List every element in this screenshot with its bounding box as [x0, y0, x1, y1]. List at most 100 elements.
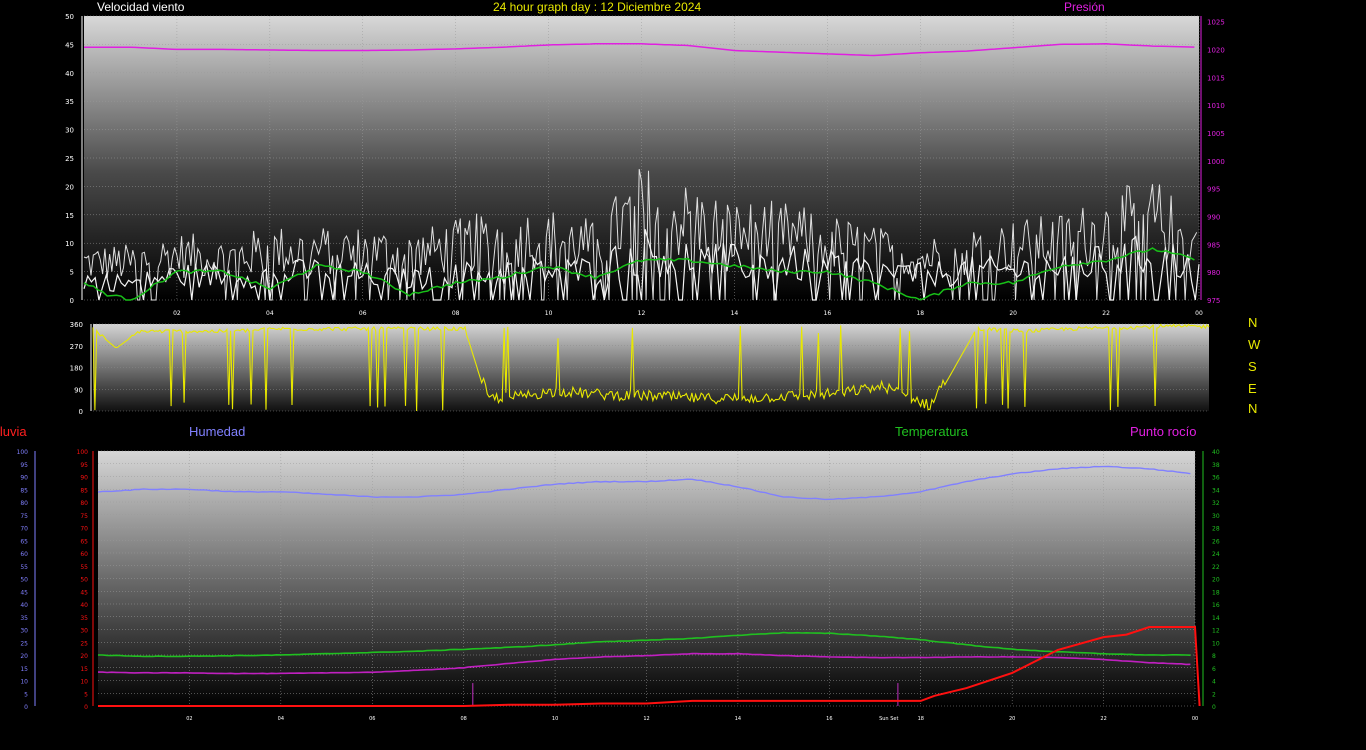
lower-x-tick-label: 00: [1192, 716, 1198, 722]
lower-x-tick-label: 10: [552, 716, 558, 722]
rain-y-tick-label: 10: [80, 679, 88, 686]
direction-letter-n-top: N: [1248, 315, 1258, 330]
rain-y-tick-label: 50: [80, 577, 88, 584]
wind-y-tick-label: 30: [65, 127, 74, 135]
wind-y-tick-label: 45: [65, 41, 74, 49]
temperature-y-tick-label: 18: [1212, 589, 1220, 596]
rain-y-tick-label: 65: [80, 538, 88, 545]
temperature-y-tick-label: 6: [1212, 666, 1216, 673]
pressure-y-tick-label: 1010: [1207, 102, 1225, 110]
humidity-y-tick-label: 35: [20, 615, 28, 622]
lower-x-tick-label: 06: [369, 716, 375, 722]
humidity-y-tick-label: 80: [20, 500, 28, 507]
wind-y-tick-label: 35: [65, 98, 74, 106]
rain-y-tick-label: 55: [80, 564, 88, 571]
lower-x-tick-label: 18: [918, 716, 924, 722]
temperature-y-tick-label: 26: [1212, 538, 1220, 545]
rain-y-tick-label: 30: [80, 628, 88, 635]
lower-x-tick-label: 22: [1100, 716, 1106, 722]
direction-letter-e: E: [1248, 381, 1257, 396]
temperature-y-tick-label: 36: [1212, 475, 1220, 482]
pressure-y-tick-label: 1020: [1207, 46, 1225, 54]
lower-x-tick-label: 04: [278, 716, 284, 722]
rain-y-tick-label: 5: [84, 691, 88, 698]
sun-set-tick-label: Sun Set: [879, 716, 898, 722]
temperature-y-tick-label: 32: [1212, 500, 1220, 507]
temperature-y-tick-label: 30: [1212, 513, 1220, 520]
lower-x-tick-label: 08: [460, 716, 466, 722]
pressure-y-tick-label: 1005: [1207, 130, 1225, 138]
humidity-y-tick-label: 85: [20, 487, 28, 494]
temperature-y-tick-label: 20: [1212, 577, 1220, 584]
humidity-y-tick-label: 75: [20, 513, 28, 520]
rain-y-tick-label: 25: [80, 640, 88, 647]
wind-y-tick-label: 10: [65, 240, 74, 248]
temperature-y-tick-label: 40: [1212, 449, 1220, 456]
dewpoint-label: Punto rocío: [1130, 424, 1197, 439]
humidity-y-tick-label: 70: [20, 526, 28, 533]
wind-y-tick-label: 5: [70, 269, 74, 277]
temperature-y-tick-label: 2: [1212, 691, 1216, 698]
humidity-y-tick-label: 20: [20, 653, 28, 660]
direction-y-tick-label: 0: [79, 408, 83, 416]
wind-chart-title: Velocidad viento: [97, 0, 185, 14]
rain-y-tick-label: 80: [80, 500, 88, 507]
humidity-y-tick-label: 45: [20, 589, 28, 596]
humidity-y-tick-label: 95: [20, 462, 28, 469]
wind-x-tick-label: 04: [266, 310, 274, 317]
weather-graph-page: 0 5 10 15 20 25 30 35 40 45 50 975 980 985 990 995 1000 1…: [0, 0, 1366, 745]
temperature-y-tick-label: 34: [1212, 487, 1220, 494]
temperature-y-tick-label: 38: [1212, 462, 1220, 469]
rain-y-tick-label: 100: [77, 449, 89, 456]
temperature-y-tick-label: 12: [1212, 628, 1220, 635]
pressure-y-tick-label: 1025: [1207, 19, 1225, 27]
humidity-y-tick-label: 50: [20, 577, 28, 584]
pressure-title: Presión: [1064, 0, 1105, 14]
pressure-y-tick-label: 1015: [1207, 74, 1225, 82]
humidity-y-tick-label: 10: [20, 679, 28, 686]
lower-x-tick-label: 16: [826, 716, 832, 722]
temperature-y-tick-label: 24: [1212, 551, 1220, 558]
lower-x-tick-label: 20: [1009, 716, 1015, 722]
wind-y-tick-label: 15: [65, 212, 74, 220]
rain-y-tick-label: 85: [80, 487, 88, 494]
rain-y-tick-label: 20: [80, 653, 88, 660]
wind-x-tick-label: 12: [638, 310, 646, 317]
temperature-y-tick-label: 0: [1212, 704, 1216, 711]
temperature-y-tick-label: 22: [1212, 564, 1220, 571]
humidity-y-tick-label: 30: [20, 628, 28, 635]
direction-y-tick-label: 270: [70, 343, 83, 351]
wind-x-tick-label: 10: [545, 310, 553, 317]
humidity-y-tick-label: 5: [24, 691, 28, 698]
temperature-label: Temperatura: [895, 424, 968, 439]
graph-date-title: 24 hour graph day : 12 Diciembre 2024: [493, 0, 702, 14]
wind-x-tick-label: 02: [173, 310, 181, 317]
pressure-y-tick-label: 985: [1207, 241, 1220, 249]
humidity-y-tick-label: 65: [20, 538, 28, 545]
wind-x-tick-label: 14: [731, 310, 739, 317]
direction-y-tick-label: 360: [70, 321, 83, 329]
temperature-y-tick-label: 10: [1212, 640, 1220, 647]
wind-x-tick-label: 00: [1195, 310, 1203, 317]
pressure-y-tick-label: 975: [1207, 297, 1220, 305]
wind-x-tick-label: 16: [824, 310, 832, 317]
temperature-y-tick-label: 28: [1212, 526, 1220, 533]
lower-x-tick-label: 14: [735, 716, 741, 722]
rain-y-tick-label: 0: [84, 704, 88, 711]
pressure-y-tick-label: 980: [1207, 269, 1220, 277]
rain-y-tick-label: 75: [80, 513, 88, 520]
wind-x-tick-label: 08: [452, 310, 460, 317]
pressure-y-tick-label: 1000: [1207, 158, 1225, 166]
rain-y-tick-label: 95: [80, 462, 88, 469]
temperature-y-tick-label: 16: [1212, 602, 1220, 609]
humidity-y-tick-label: 15: [20, 666, 28, 673]
rain-y-tick-label: 60: [80, 551, 88, 558]
weather-graphs-canvas: 0510152025303540455097598098599099510001…: [17, 13, 1225, 722]
direction-letter-w: W: [1248, 337, 1261, 352]
rain-y-tick-label: 45: [80, 589, 88, 596]
lower-x-tick-label: 12: [643, 716, 649, 722]
temperature-y-tick-label: 8: [1212, 653, 1216, 660]
temperature-y-tick-label: 4: [1212, 679, 1216, 686]
wind-x-tick-label: 22: [1102, 310, 1110, 317]
direction-letter-n-bottom: N: [1248, 401, 1258, 416]
